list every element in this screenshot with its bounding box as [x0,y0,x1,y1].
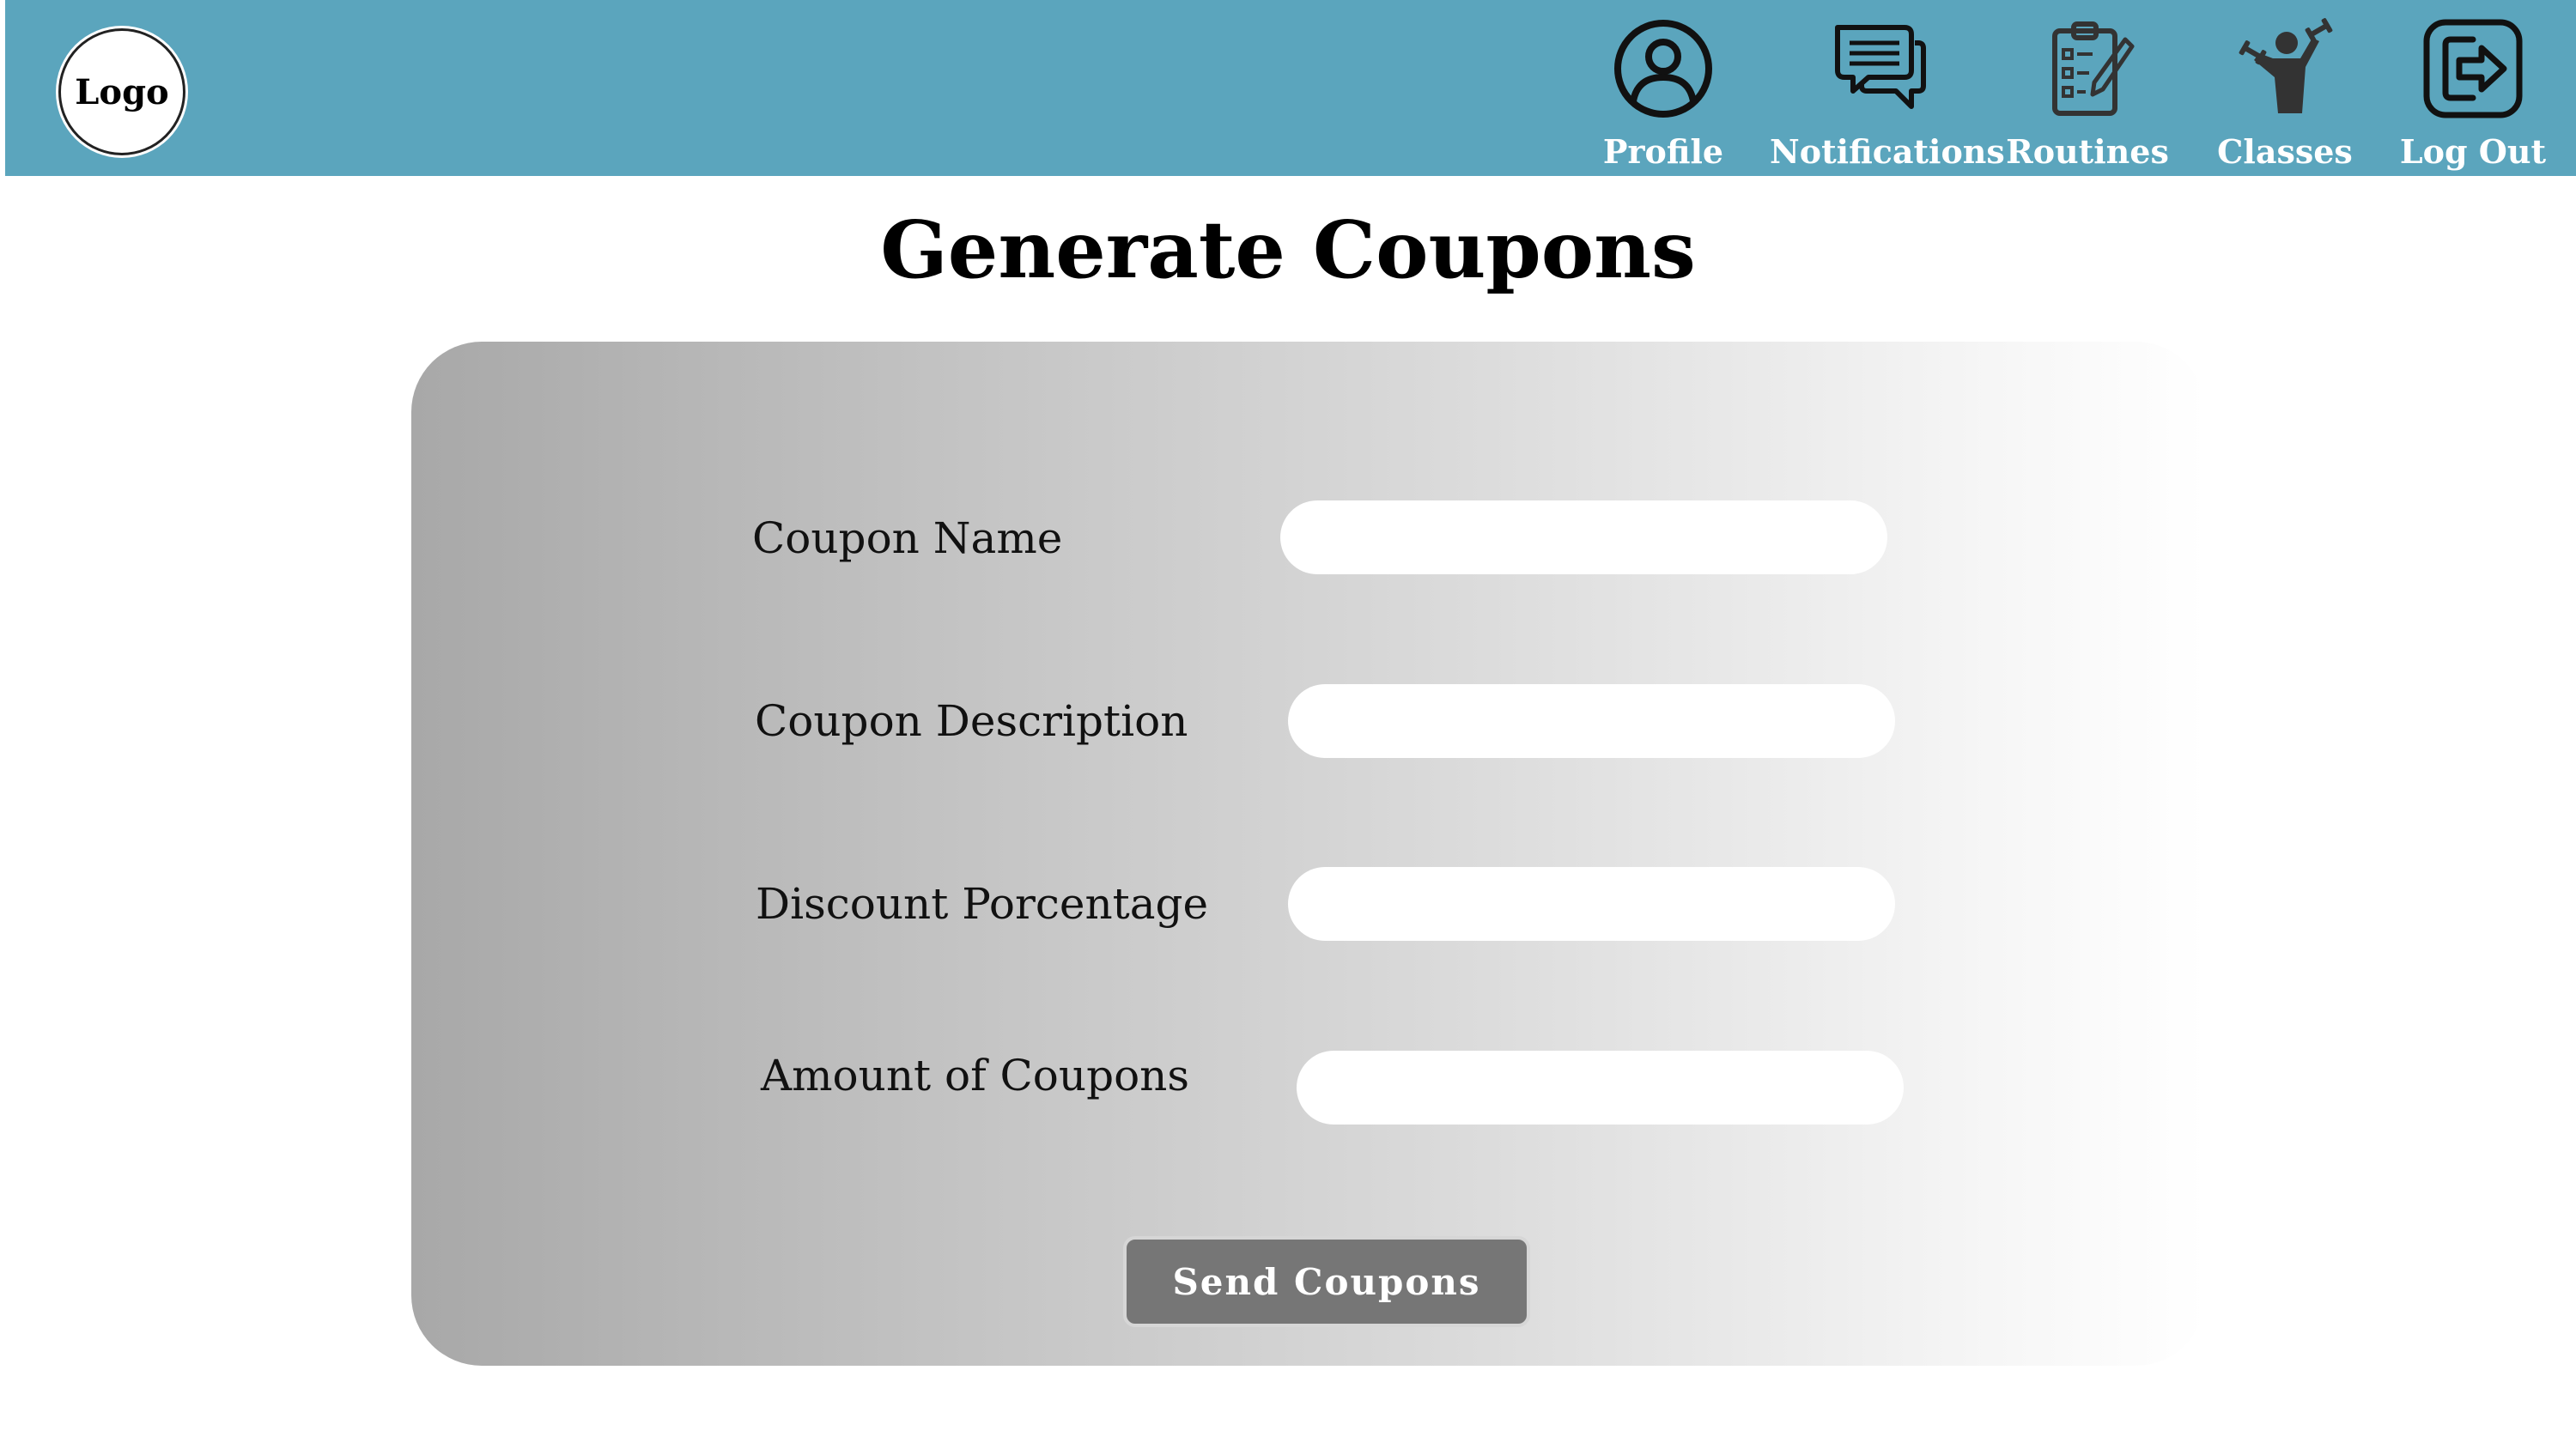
nav-item-classes[interactable]: Classes [2178,17,2392,171]
nav-item-logout[interactable]: Log Out [2366,17,2576,171]
coupon-description-input[interactable] [1288,684,1895,758]
nav-item-routines[interactable]: Routines [1980,17,2195,171]
top-nav-bar: Logo Profile Notifications Routines Clas… [5,0,2576,176]
clipboard-checklist-icon [2052,21,2135,116]
discount-percentage-input[interactable] [1288,867,1895,941]
nav-label-notifications: Notifications [1770,132,2005,171]
logout-icon [2423,19,2523,118]
amount-of-coupons-label: Amount of Coupons [761,1051,1190,1100]
coupon-form-card [411,342,2206,1366]
nav-label-logout: Log Out [2399,132,2547,171]
nav-item-profile[interactable]: Profile [1556,17,1771,171]
nav-item-notifications[interactable]: Notifications [1770,17,2005,171]
weightlifter-icon [2239,18,2333,113]
coupon-name-label: Coupon Name [752,513,1063,563]
nav-label-classes: Classes [2217,132,2353,171]
profile-icon [1614,20,1712,118]
nav-label-routines: Routines [2006,132,2169,171]
amount-of-coupons-input[interactable] [1297,1051,1904,1125]
coupon-name-input[interactable] [1280,500,1887,574]
page-title: Generate Coupons [880,203,1696,296]
send-coupons-button[interactable]: Send Coupons [1123,1236,1530,1327]
discount-percentage-label: Discount Porcentage [756,879,1209,929]
coupon-description-label: Coupon Description [755,696,1188,746]
logo-text: Logo [75,71,169,112]
nav-label-profile: Profile [1602,132,1724,171]
logo[interactable]: Logo [58,28,185,155]
chat-bubbles-icon [1835,25,1926,109]
